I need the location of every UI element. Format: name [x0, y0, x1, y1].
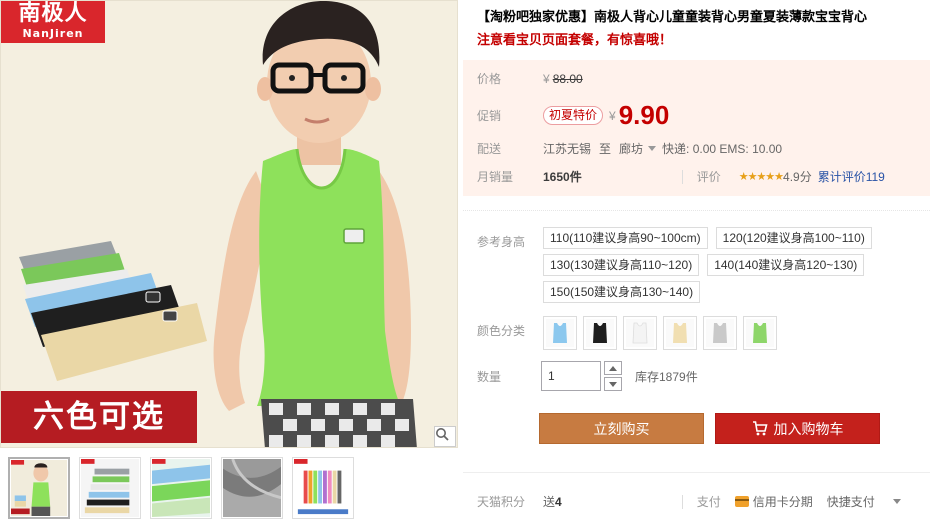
- thumbnail-folded-vests[interactable]: [79, 457, 141, 519]
- points-value: 4: [555, 494, 562, 509]
- thumbnail-colorful-stack[interactable]: [292, 457, 354, 519]
- product-subtitle: 注意看宝贝页面套餐，有惊喜哦！: [477, 33, 673, 48]
- delivery-fees: 快递: 0.00 EMS: 10.00: [662, 142, 783, 156]
- sale-price: 9.90: [618, 100, 670, 130]
- size-option-150[interactable]: 150(150建议身高130~140): [543, 281, 701, 303]
- quantity-label: 数量: [477, 370, 502, 384]
- quantity-label-row: 数量: [477, 368, 543, 385]
- promo-tag: 初夏特价: [543, 106, 604, 125]
- color-option-beige[interactable]: [663, 316, 697, 350]
- section-divider: [463, 210, 930, 211]
- delivery-destination-select[interactable]: 廊坊: [619, 140, 643, 157]
- size-option-130[interactable]: 130(130建议身高110~120): [543, 254, 700, 276]
- brand-logo: 南极人 NanJiren: [1, 1, 105, 43]
- chevron-down-icon[interactable]: [892, 499, 901, 504]
- add-to-cart-button[interactable]: 加入购物车: [715, 413, 880, 444]
- points-label: 天猫积分: [477, 495, 526, 509]
- quantity-input[interactable]: [541, 361, 601, 391]
- main-product-image: 南极人 NanJiren 六色可选: [0, 0, 458, 448]
- product-title: 【淘粉吧独家优惠】南极人背心儿童童装背心男童夏装薄款宝宝背心: [477, 10, 868, 25]
- original-price: 88.00: [552, 71, 583, 86]
- color-label-row: 颜色分类: [477, 322, 543, 339]
- footer-divider-v: [681, 494, 683, 509]
- size-label-row: 参考身高: [477, 233, 543, 250]
- size-option-120[interactable]: 120(120建议身高100~110): [715, 227, 872, 249]
- color-label: 颜色分类: [477, 324, 526, 338]
- thumbnail-green-vest-boy[interactable]: [8, 457, 70, 519]
- footer-divider: [463, 472, 930, 473]
- increase-icon[interactable]: [604, 361, 622, 375]
- color-option-gray[interactable]: [703, 316, 737, 350]
- quick-pay-option[interactable]: 快捷支付: [827, 493, 875, 510]
- size-options: 110(110建议身高90~100cm) 120(120建议身高100~110)…: [543, 227, 923, 303]
- size-label: 参考身高: [477, 235, 526, 249]
- buy-now-button[interactable]: 立刻购买: [539, 413, 704, 444]
- promo-label: 促销: [477, 109, 502, 123]
- brand-logo-en: NanJiren: [22, 27, 84, 40]
- size-option-110[interactable]: 110(110建议身高90~100cm): [543, 227, 708, 249]
- price-label: 价格: [477, 72, 502, 86]
- thumbnail-strip: [8, 457, 354, 519]
- currency-symbol: ¥: [543, 71, 550, 86]
- delivery-to-word: 至: [599, 142, 612, 156]
- add-to-cart-label: 加入购物车: [773, 421, 844, 438]
- footer-row: 天猫积分 送 4 支付 信用卡分期 快捷支付: [477, 493, 917, 510]
- monthly-sales-label: 月销量: [477, 170, 514, 184]
- size-option-140[interactable]: 140(140建议身高120~130): [707, 254, 865, 276]
- color-option-white[interactable]: [623, 316, 657, 350]
- quantity-step-buttons: [604, 361, 622, 391]
- stats-divider: [681, 169, 683, 184]
- delivery-from: 江苏无锡: [543, 142, 592, 156]
- sale-currency-symbol: ¥: [609, 108, 616, 123]
- decrease-icon[interactable]: [604, 377, 622, 391]
- pay-label: 支付: [696, 495, 721, 509]
- rating-label: 评价: [696, 170, 721, 184]
- brand-logo-cn: 南极人: [18, 1, 88, 26]
- delivery-row: 配送 江苏无锡 至 廊坊 快递: 0.00 EMS: 10.00: [477, 140, 782, 157]
- chevron-down-icon[interactable]: [648, 146, 657, 151]
- stats-row: 月销量 1650件 评价 ★★★★★ 4.9分 累计评价119: [477, 168, 885, 185]
- quantity-stepper: 库存1879件: [541, 361, 698, 391]
- original-price-row: 价格 ¥ 88.00: [477, 70, 583, 87]
- monthly-sales-value: 1650件: [543, 170, 582, 184]
- points-prefix: 送: [543, 495, 556, 509]
- rating-score: 4.9分: [783, 170, 812, 184]
- product-photo: [1, 1, 457, 447]
- cart-icon: [752, 421, 768, 436]
- color-option-green[interactable]: [743, 316, 777, 350]
- color-options: [543, 316, 777, 350]
- stock-count: 库存1879件: [635, 369, 698, 384]
- delivery-label: 配送: [477, 142, 502, 156]
- credit-card-icon: [734, 496, 749, 507]
- cumulative-reviews-link[interactable]: 累计评价119: [818, 168, 885, 185]
- color-option-black[interactable]: [583, 316, 617, 350]
- installment-option[interactable]: 信用卡分期: [753, 493, 813, 510]
- thumbnail-gray-fabric[interactable]: [221, 457, 283, 519]
- zoom-icon[interactable]: [434, 426, 456, 447]
- rating-stars-icon: ★★★★★: [738, 171, 784, 183]
- six-colors-banner: 六色可选: [1, 391, 197, 443]
- color-option-light-blue[interactable]: [543, 316, 577, 350]
- promo-price-row: 促销 初夏特价 ¥ 9.90: [477, 100, 669, 131]
- thumbnail-fabric-closeup[interactable]: [150, 457, 212, 519]
